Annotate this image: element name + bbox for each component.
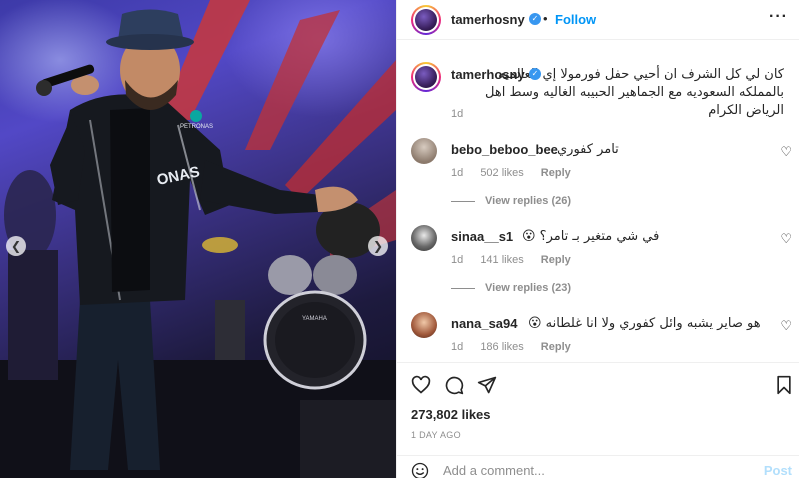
comment-likes[interactable]: 141 likes xyxy=(480,254,523,266)
post-header: tamerhosny ✓ • Follow ··· xyxy=(397,0,799,40)
commenter-username[interactable]: sinaa__s1 xyxy=(451,229,513,244)
comment-meta: 1d 502 likes Reply xyxy=(451,167,585,179)
verified-badge-icon: ✓ xyxy=(529,13,541,25)
commenter-username[interactable]: nana_sa94 xyxy=(451,316,518,331)
concert-photo-illustration: YAMAHA ONAS PETRONAS xyxy=(0,0,396,478)
comment-time[interactable]: 1d xyxy=(451,167,463,179)
caption-verified-badge-icon: ✓ xyxy=(529,68,541,80)
comment-bubble-icon[interactable] xyxy=(444,375,464,395)
reply-button[interactable]: Reply xyxy=(541,341,571,353)
add-comment-bar: Post xyxy=(397,455,799,478)
drum-logo-text: YAMAHA xyxy=(302,316,327,322)
view-replies-label: View replies (23) xyxy=(485,282,572,294)
like-comment-heart-icon[interactable]: ♡ xyxy=(780,144,792,160)
author-avatar[interactable] xyxy=(411,5,441,35)
comment-likes[interactable]: 186 likes xyxy=(480,341,523,353)
commenter-avatar[interactable] xyxy=(411,138,437,164)
reply-button[interactable]: Reply xyxy=(541,254,571,266)
view-replies-button[interactable]: View replies (26) xyxy=(451,195,571,207)
follow-button[interactable]: Follow xyxy=(555,12,596,27)
jacket-sponsor-text: PETRONAS xyxy=(180,124,213,130)
share-send-icon[interactable] xyxy=(477,375,497,395)
commenter-username[interactable]: bebo_beboo_bee xyxy=(451,142,558,157)
view-replies-label: View replies (26) xyxy=(485,195,572,207)
separator-dot: • xyxy=(543,11,548,26)
likes-count[interactable]: 273,802 likes xyxy=(411,407,491,422)
commenter-avatar[interactable] xyxy=(411,225,437,251)
next-photo-button[interactable]: ❯ xyxy=(368,236,388,256)
like-heart-icon[interactable] xyxy=(411,375,431,395)
reply-button[interactable]: Reply xyxy=(541,167,571,179)
caption-username[interactable]: tamerhosny xyxy=(451,67,525,82)
comment-text: تامر كفوري xyxy=(557,142,619,157)
like-comment-heart-icon[interactable]: ♡ xyxy=(780,231,792,247)
posted-time-ago[interactable]: 1 DAY AGO xyxy=(411,430,461,440)
post-actions: 273,802 likes 1 DAY AGO Post xyxy=(397,362,799,478)
commenter-avatar[interactable] xyxy=(411,312,437,338)
replies-divider-line xyxy=(451,200,475,202)
post-details-panel: tamerhosny ✓ • Follow ··· كان لي كل الشر… xyxy=(396,0,799,478)
view-replies-button[interactable]: View replies (23) xyxy=(451,282,571,294)
comment-text: هو صاير يشبه وائل كفوري ولا انا غلطانه 😮 xyxy=(528,316,761,331)
more-options-icon[interactable]: ··· xyxy=(769,8,788,26)
like-comment-heart-icon[interactable]: ♡ xyxy=(780,318,792,334)
post-comment-button[interactable]: Post xyxy=(764,463,792,478)
caption-timestamp[interactable]: 1d xyxy=(451,108,463,120)
comment-input[interactable] xyxy=(443,461,743,478)
author-username[interactable]: tamerhosny xyxy=(451,12,525,27)
post-photo[interactable]: YAMAHA ONAS PETRONAS ❮ ❯ xyxy=(0,0,396,478)
comment-text: في شي متغير بـ تامر؟ 😮 xyxy=(522,229,660,244)
comment-likes[interactable]: 502 likes xyxy=(480,167,523,179)
emoji-smiley-icon[interactable] xyxy=(411,462,429,478)
previous-photo-button[interactable]: ❮ xyxy=(6,236,26,256)
replies-divider-line xyxy=(451,287,475,289)
comment-meta: 1d 186 likes Reply xyxy=(451,341,585,353)
comment-time[interactable]: 1d xyxy=(451,254,463,266)
comment-meta: 1d 141 likes Reply xyxy=(451,254,585,266)
comment-time[interactable]: 1d xyxy=(451,341,463,353)
save-bookmark-icon[interactable] xyxy=(775,375,793,395)
caption-avatar[interactable] xyxy=(411,62,441,92)
